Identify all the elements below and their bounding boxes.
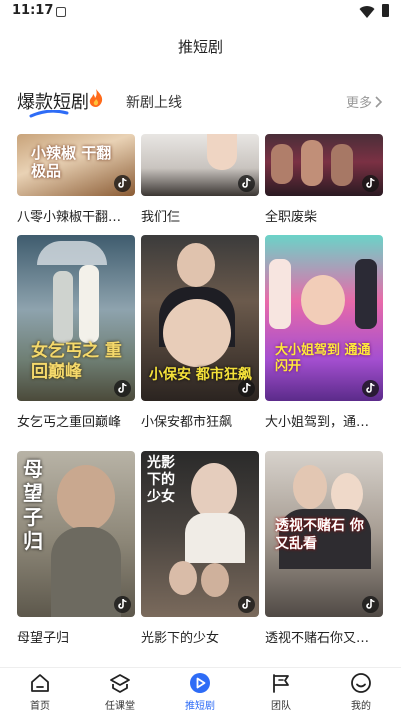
drama-poster xyxy=(265,134,383,196)
drama-title: 我们仨 xyxy=(141,210,181,225)
drama-grid: 小辣椒 干翻极品 八零小辣椒干翻… 我们仨 全职废柴 女乞丐之 重回巅峰 女乞丐… xyxy=(0,122,401,667)
status-bar: 11:17 xyxy=(0,0,401,24)
poster-title: 小保安 都市狂飙 xyxy=(149,367,252,383)
battery-icon xyxy=(382,4,389,17)
bottom-nav: 首页 任课堂 推短剧 团队 我的 xyxy=(0,667,401,713)
page-title: 推短剧 xyxy=(177,37,223,56)
poster-title: 光影下的少女 xyxy=(147,455,175,505)
drama-title: 大小姐驾到，通… xyxy=(265,415,370,430)
drama-title: 小保安都市狂飙 xyxy=(141,415,233,430)
tab-underline xyxy=(29,110,69,118)
poster-face xyxy=(293,465,327,509)
flag-icon xyxy=(273,674,289,693)
poster-figure xyxy=(79,265,99,343)
poster-face xyxy=(177,243,215,287)
drama-card[interactable]: 透视不赌石 你又乱看 透视不赌石你又… xyxy=(265,451,383,646)
tiktok-icon xyxy=(114,380,131,397)
nav-team[interactable]: 团队 xyxy=(251,672,311,712)
poster-figure xyxy=(207,134,237,170)
chevron-right-icon xyxy=(375,95,383,108)
title-bar: 推短剧 xyxy=(0,24,401,68)
drama-title: 女乞丐之重回巅峰 xyxy=(17,415,122,430)
nav-label: 推短剧 xyxy=(185,701,215,712)
more-link[interactable]: 更多 xyxy=(346,92,383,111)
drama-card[interactable]: 母望子归 母望子归 xyxy=(17,451,135,646)
poster-face xyxy=(163,299,231,367)
drama-card[interactable]: 小辣椒 干翻极品 八零小辣椒干翻… xyxy=(17,134,135,225)
tiktok-icon xyxy=(114,175,131,192)
drama-card[interactable]: 全职废柴 xyxy=(265,134,383,225)
drama-poster: 光影下的少女 xyxy=(141,451,259,617)
drama-title: 母望子归 xyxy=(17,631,70,646)
poster-figure xyxy=(53,271,73,343)
drama-poster: 母望子归 xyxy=(17,451,135,617)
drama-poster: 女乞丐之 重回巅峰 xyxy=(17,235,135,401)
drama-card[interactable]: 光影下的少女 光影下的少女 xyxy=(141,451,259,646)
home-icon xyxy=(31,674,49,692)
nav-label: 团队 xyxy=(271,701,291,712)
poster-figure xyxy=(269,259,291,329)
more-label: 更多 xyxy=(345,96,372,111)
poster-figure xyxy=(271,144,293,184)
nav-classroom[interactable]: 任课堂 xyxy=(90,672,150,712)
poster-face xyxy=(169,561,197,595)
fire-icon xyxy=(89,89,103,107)
category-tabs: 爆款短剧 新剧上线 更多 xyxy=(0,82,401,122)
nav-label: 任课堂 xyxy=(105,701,135,712)
drama-poster: 大小姐驾到 通通闪开 xyxy=(265,235,383,401)
status-time: 11:17 xyxy=(12,3,54,18)
tiktok-icon xyxy=(238,596,255,613)
drama-card[interactable]: 小保安 都市狂飙 小保安都市狂飙 xyxy=(141,235,259,430)
nav-profile[interactable]: 我的 xyxy=(331,672,391,712)
poster-figure xyxy=(355,259,377,329)
drama-card[interactable]: 大小姐驾到 通通闪开 大小姐驾到，通… xyxy=(265,235,383,430)
nav-short-drama[interactable]: 推短剧 xyxy=(170,672,230,712)
tiktok-icon xyxy=(114,596,131,613)
nav-label: 我的 xyxy=(351,701,371,712)
drama-poster xyxy=(141,134,259,196)
nav-home[interactable]: 首页 xyxy=(10,672,70,712)
smile-icon xyxy=(351,673,371,693)
poster-face xyxy=(57,465,115,531)
poster-face xyxy=(301,275,345,325)
drama-poster: 小辣椒 干翻极品 xyxy=(17,134,135,196)
layers-icon xyxy=(110,674,130,693)
drama-poster: 小保安 都市狂飙 xyxy=(141,235,259,401)
poster-title: 大小姐驾到 通通闪开 xyxy=(275,343,371,374)
poster-figure xyxy=(185,513,245,563)
drama-card[interactable]: 女乞丐之 重回巅峰 女乞丐之重回巅峰 xyxy=(17,235,135,430)
drama-card[interactable]: 我们仨 xyxy=(141,134,259,225)
poster-umbrella xyxy=(37,241,107,265)
poster-face xyxy=(191,463,237,519)
tiktok-icon xyxy=(362,380,379,397)
wifi-icon xyxy=(359,6,375,19)
poster-figure xyxy=(331,144,353,186)
drama-title: 透视不赌石你又… xyxy=(265,631,370,646)
poster-figure xyxy=(301,140,323,186)
poster-title: 小辣椒 干翻极品 xyxy=(31,144,112,180)
tab-new-releases[interactable]: 新剧上线 xyxy=(126,92,182,112)
drama-title: 光影下的少女 xyxy=(141,631,220,646)
poster-title: 女乞丐之 重回巅峰 xyxy=(31,341,122,382)
notification-icon xyxy=(56,7,66,17)
tiktok-icon xyxy=(238,380,255,397)
drama-title: 八零小辣椒干翻… xyxy=(17,210,122,225)
nav-label: 首页 xyxy=(30,701,50,712)
tiktok-icon xyxy=(362,175,379,192)
drama-title: 全职废柴 xyxy=(265,210,318,225)
tiktok-icon xyxy=(238,175,255,192)
tiktok-icon xyxy=(362,596,379,613)
poster-face xyxy=(201,563,229,597)
poster-title: 母望子归 xyxy=(23,457,43,553)
poster-title: 透视不赌石 你又乱看 xyxy=(275,518,364,552)
play-circle-icon xyxy=(190,673,210,693)
drama-poster: 透视不赌石 你又乱看 xyxy=(265,451,383,617)
poster-figure xyxy=(51,527,121,617)
